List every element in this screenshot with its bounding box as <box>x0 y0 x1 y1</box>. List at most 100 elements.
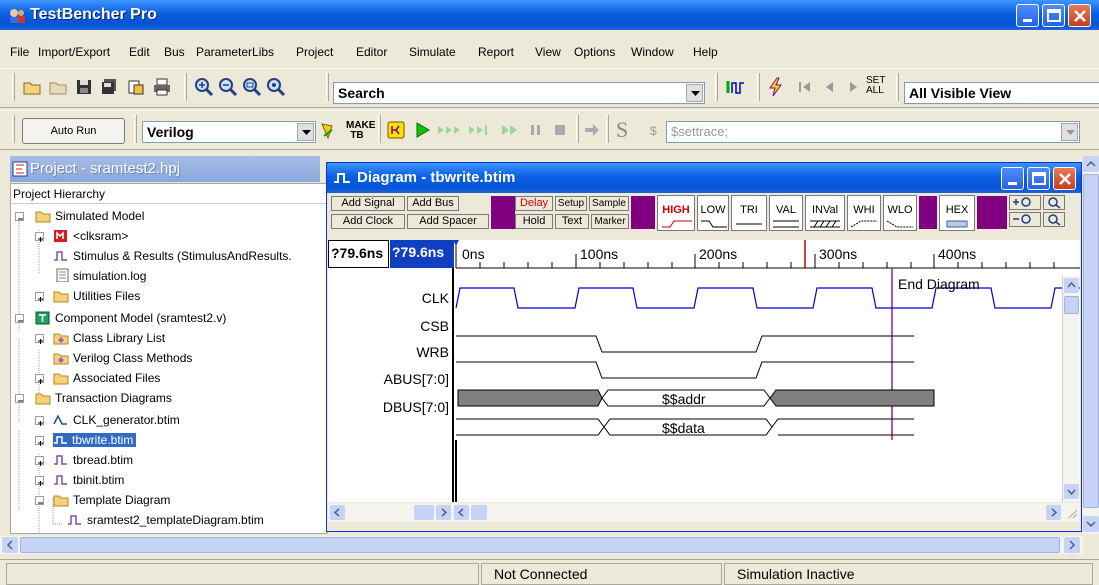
main-scroll-right-button[interactable] <box>1064 537 1080 553</box>
auto-run-button[interactable]: Auto Run <box>22 118 125 144</box>
toolbar-grip[interactable] <box>378 115 381 143</box>
open-icon[interactable] <box>22 77 42 97</box>
tree-item-class-library-list[interactable]: Class Library List <box>11 329 327 347</box>
menu-options[interactable]: Options <box>574 45 615 59</box>
expand-icon[interactable] <box>36 235 45 244</box>
setup-button[interactable]: Setup <box>555 196 587 211</box>
menu-editor[interactable]: Editor <box>356 45 387 59</box>
tree-item-clk-generator[interactable]: CLK_generator.btim <box>11 411 327 429</box>
zoom-in-button[interactable] <box>1009 195 1041 210</box>
delay-button[interactable]: Delay <box>515 196 553 211</box>
signal-abus[interactable]: ABUS[7:0] <box>328 371 449 387</box>
tree-item-clksram[interactable]: <clksram> <box>11 227 327 245</box>
toolbar-grip[interactable] <box>576 115 579 143</box>
tree-item-component-model[interactable]: Component Model (sramtest2.v) <box>11 309 327 327</box>
language-dropdown-button[interactable] <box>297 123 314 141</box>
goto-icon[interactable] <box>582 120 602 140</box>
wave-scroll-left-button[interactable] <box>454 505 469 520</box>
collapse-icon[interactable] <box>16 215 25 224</box>
invalid-state-button[interactable]: INVal <box>805 195 845 231</box>
maximize-button[interactable] <box>1042 4 1065 27</box>
resize-grip-icon[interactable] <box>1066 507 1078 519</box>
menu-import-export[interactable]: Import/Export <box>38 45 110 59</box>
tree-item-verilog-class-methods[interactable]: Verilog Class Methods <box>11 349 327 367</box>
save-icon[interactable] <box>74 77 94 97</box>
menu-bus[interactable]: Bus <box>164 45 185 59</box>
tree-item-utilities-files[interactable]: Utilities Files <box>11 287 327 305</box>
settrace-dropdown-button[interactable] <box>1061 123 1078 141</box>
tri-state-button[interactable]: TRI <box>731 195 767 231</box>
toolbar-grip[interactable] <box>757 73 760 101</box>
tree-item-tbwrite[interactable]: tbwrite.btim <box>11 431 327 449</box>
hold-button[interactable]: Hold <box>515 214 553 229</box>
tree-item-stimulus-results[interactable]: Stimulus & Results (StimulusAndResults. <box>11 247 327 265</box>
tree-item-simulated-model[interactable]: Simulated Model <box>11 207 327 225</box>
toolbar-grip[interactable] <box>606 115 609 143</box>
fast-forward-icon[interactable] <box>500 120 520 140</box>
toolbar-grip[interactable] <box>715 73 718 101</box>
zoom-in-icon[interactable] <box>194 77 214 97</box>
menu-view[interactable]: View <box>535 45 561 59</box>
step-to-end-icon[interactable] <box>468 120 494 140</box>
collapse-icon[interactable] <box>16 317 25 326</box>
main-vertical-scrollbar[interactable] <box>1083 156 1099 534</box>
script-icon[interactable]: S <box>616 117 628 143</box>
names-scroll-left-button[interactable] <box>330 505 345 520</box>
expand-icon[interactable] <box>36 439 45 448</box>
add-spacer-button[interactable]: Add Spacer <box>407 214 489 229</box>
run-icon[interactable] <box>413 120 433 140</box>
names-scroll-right-button[interactable] <box>436 505 451 520</box>
names-scroll-thumb[interactable] <box>414 505 434 520</box>
main-horizontal-thumb[interactable] <box>20 537 1060 553</box>
tree-item-tbinit[interactable]: tbinit.btim <box>11 471 327 489</box>
expand-icon[interactable] <box>36 479 45 488</box>
diagram-close-button[interactable] <box>1053 167 1076 190</box>
collapse-icon[interactable] <box>16 397 25 406</box>
main-scroll-left-button[interactable] <box>2 537 18 553</box>
close-button[interactable] <box>1068 4 1091 27</box>
menu-edit[interactable]: Edit <box>129 45 150 59</box>
zoom-full-button[interactable] <box>1043 212 1065 227</box>
signal-csb[interactable]: CSB <box>328 318 449 334</box>
minimize-button[interactable] <box>1016 4 1039 27</box>
zoom-full-icon[interactable] <box>266 77 286 97</box>
menu-project[interactable]: Project <box>296 45 333 59</box>
add-bus-button[interactable]: Add Bus <box>407 196 459 211</box>
toolbar-grip[interactable] <box>184 73 187 101</box>
scroll-up-button[interactable] <box>1064 278 1079 293</box>
compile-icon[interactable] <box>386 120 406 140</box>
scroll-thumb[interactable] <box>1064 296 1079 314</box>
zoom-fit-icon[interactable] <box>242 77 262 97</box>
sample-button[interactable]: Sample <box>589 196 629 211</box>
pause-icon[interactable] <box>526 120 546 140</box>
menu-help[interactable]: Help <box>693 45 718 59</box>
tree-item-transaction-diagrams[interactable]: Transaction Diagrams <box>11 389 327 407</box>
prev-icon[interactable] <box>820 77 840 97</box>
tree-item-simulation-log[interactable]: simulation.log <box>11 267 327 285</box>
main-scroll-thumb[interactable] <box>1083 174 1099 508</box>
zoom-out-icon[interactable] <box>218 77 238 97</box>
expand-icon[interactable] <box>36 419 45 428</box>
export-icon[interactable] <box>126 77 146 97</box>
high-state-button[interactable]: HIGH <box>657 195 695 231</box>
make-tb-label[interactable]: MAKE TB <box>346 121 375 141</box>
main-scroll-down-button[interactable] <box>1083 516 1099 532</box>
menu-window[interactable]: Window <box>631 45 674 59</box>
toolbar-grip[interactable] <box>12 115 15 143</box>
search-combo[interactable]: Search <box>333 82 705 104</box>
low-state-button[interactable]: LOW <box>697 195 729 231</box>
whi-state-button[interactable]: WHI <box>847 195 881 231</box>
save-all-icon[interactable] <box>100 77 120 97</box>
make-tb-icon[interactable] <box>320 120 344 140</box>
simulate-diagram-icon[interactable] <box>726 77 746 97</box>
search-dropdown-button[interactable] <box>686 84 703 102</box>
lightning-icon[interactable] <box>766 77 786 97</box>
expand-icon[interactable] <box>36 377 45 386</box>
menu-report[interactable]: Report <box>478 45 514 59</box>
menu-file[interactable]: File <box>10 45 29 59</box>
diagram-minimize-button[interactable] <box>1001 167 1024 190</box>
menu-parameterlibs[interactable]: ParameterLibs <box>196 45 274 59</box>
tree-item-tbread[interactable]: tbread.btim <box>11 451 327 469</box>
signal-wrb[interactable]: WRB <box>328 344 449 360</box>
zoom-out-button[interactable] <box>1009 212 1041 227</box>
